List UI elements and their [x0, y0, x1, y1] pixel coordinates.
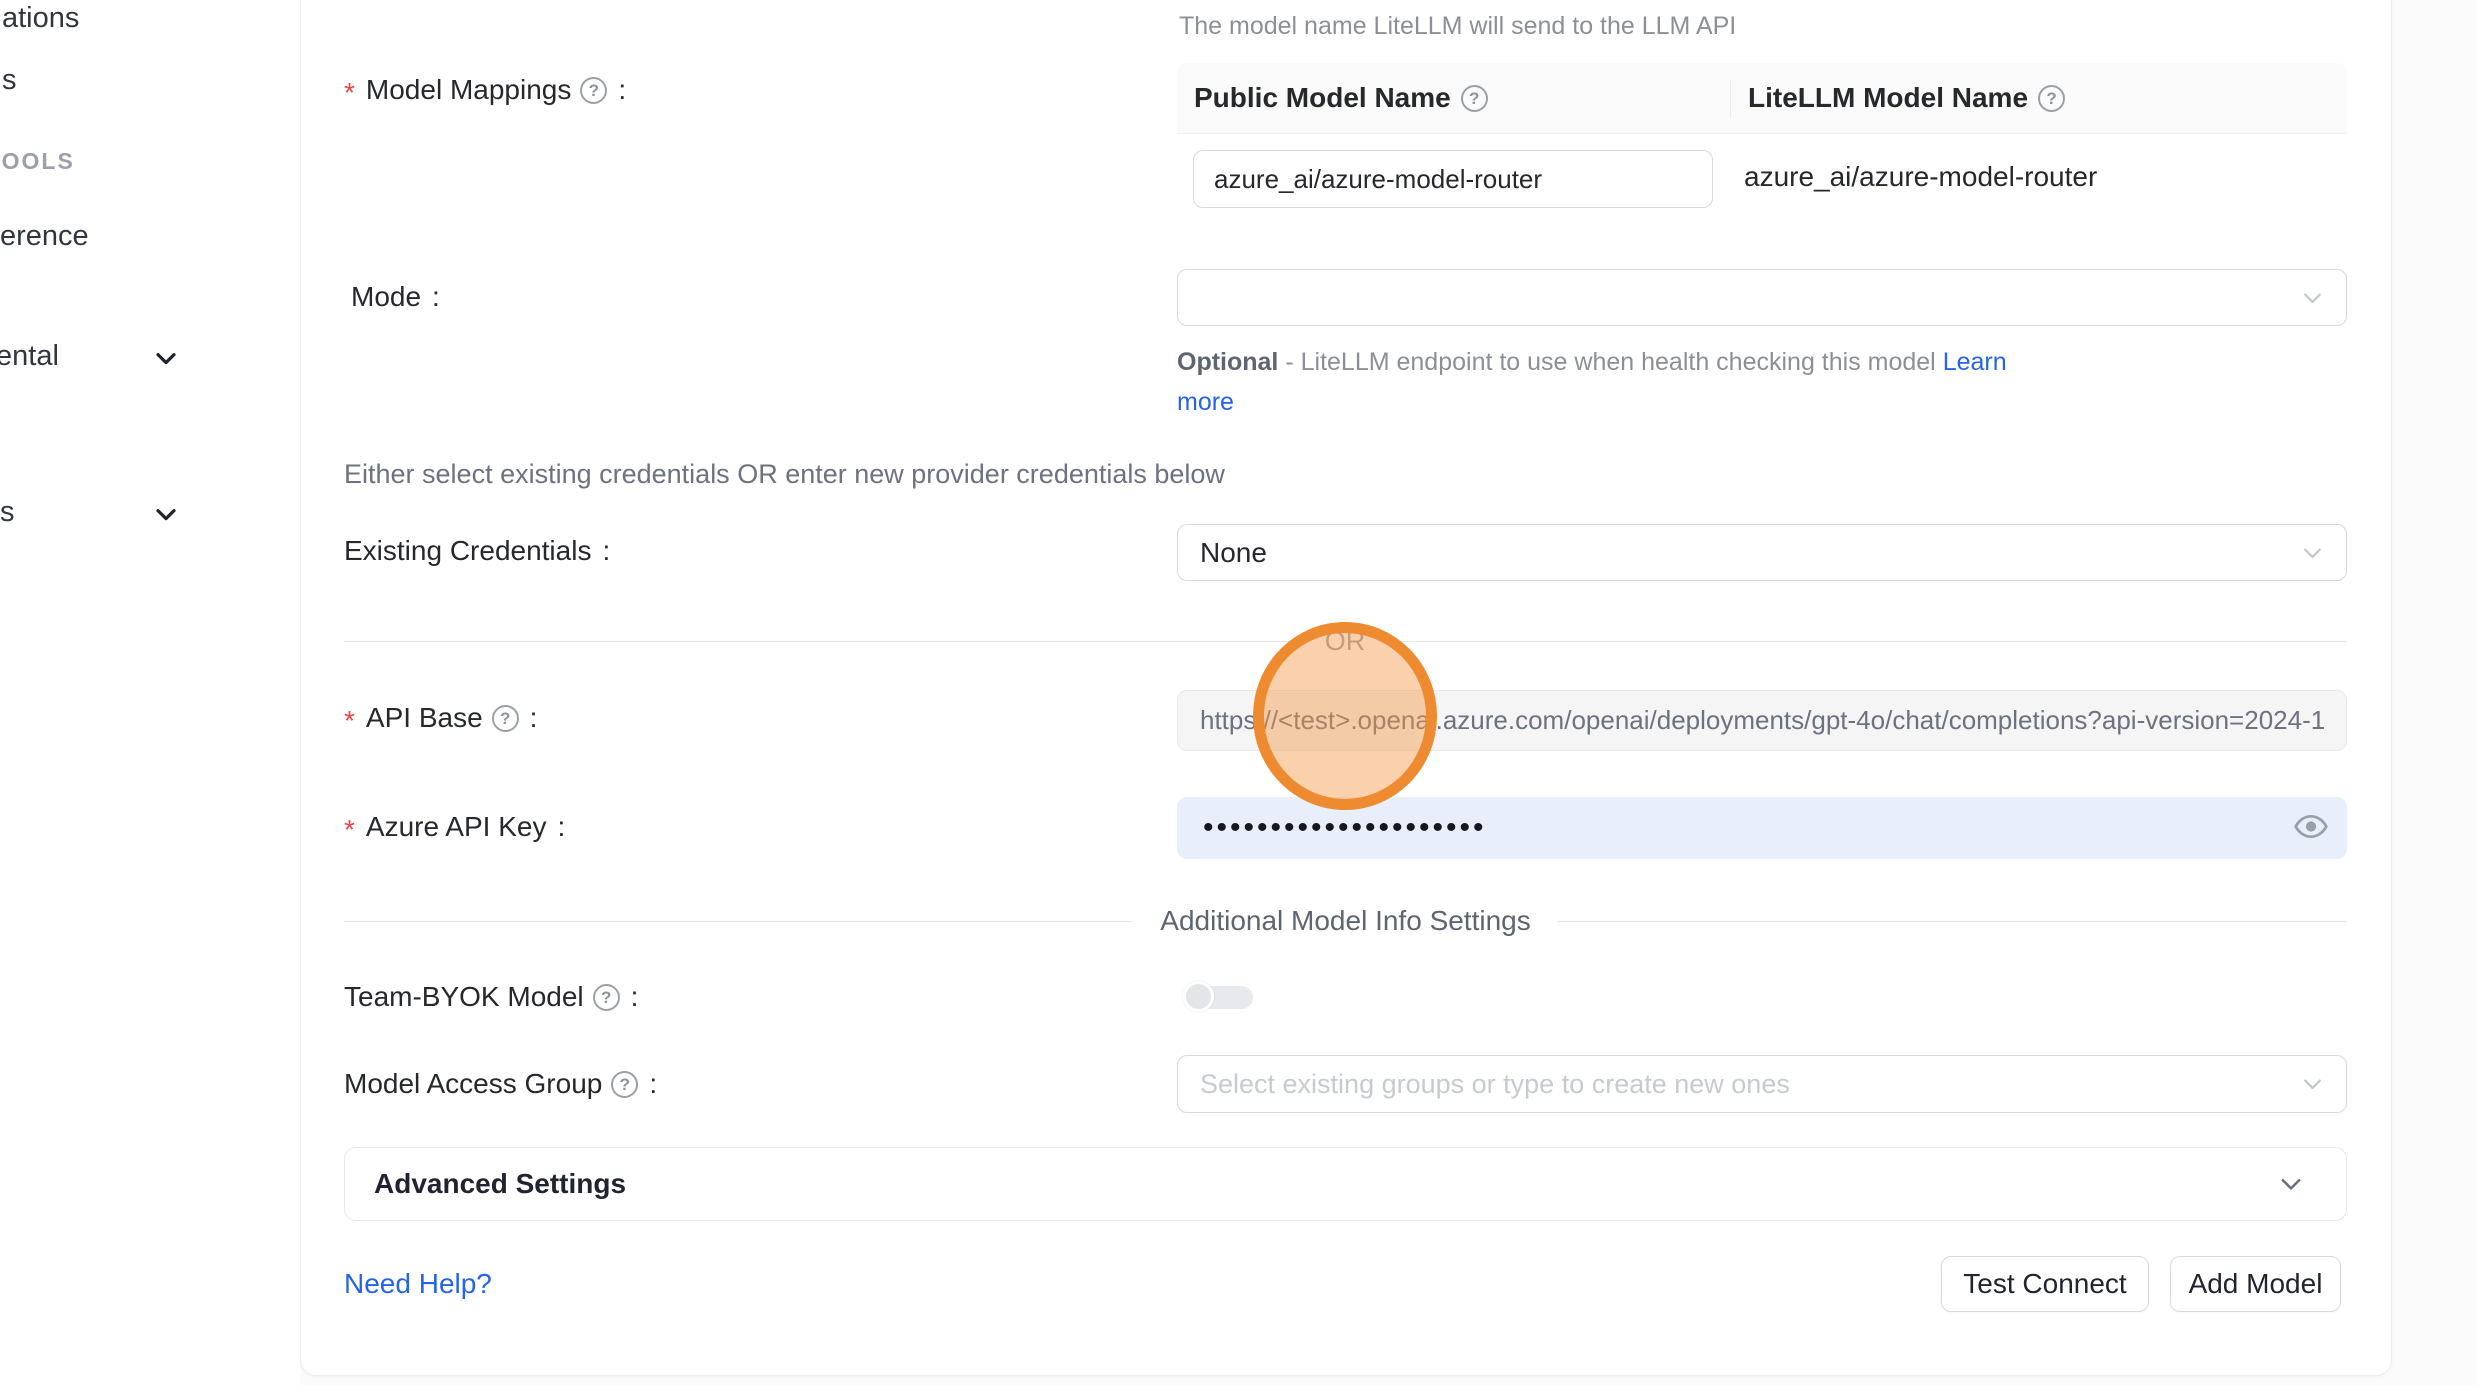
public-model-name-input[interactable] [1193, 150, 1713, 208]
api-base-input[interactable] [1177, 690, 2347, 751]
table-row [1193, 150, 1713, 208]
credentials-note: Either select existing credentials OR en… [344, 456, 1225, 492]
learn-more-link[interactable]: more [1177, 388, 1234, 416]
eye-icon [2293, 809, 2329, 848]
toggle-knob [1183, 981, 1214, 1012]
model-name-help-text: The model name LiteLLM will send to the … [1179, 6, 1736, 46]
api-base-label: * API Base ? : [344, 700, 537, 736]
help-icon[interactable]: ? [492, 705, 519, 732]
model-access-group-placeholder: Select existing groups or type to create… [1200, 1069, 1790, 1100]
azure-api-key-input[interactable] [1177, 797, 2227, 859]
help-icon[interactable]: ? [2038, 85, 2065, 112]
chevron-down-icon [2299, 284, 2326, 311]
learn-more-link[interactable]: Learn [1943, 348, 2007, 376]
model-mappings-table-header: Public Model Name ? LiteLLM Model Name ? [1177, 63, 2347, 134]
add-model-button[interactable]: Add Model [2170, 1256, 2341, 1312]
advanced-settings-panel[interactable]: Advanced Settings [344, 1147, 2347, 1221]
help-icon[interactable]: ? [593, 984, 620, 1011]
need-help-link[interactable]: Need Help? [344, 1266, 492, 1302]
team-byok-toggle[interactable] [1183, 981, 1253, 1013]
chevron-down-icon [2299, 1071, 2326, 1098]
azure-api-key-label: * Azure API Key : [344, 809, 565, 845]
test-connect-button[interactable]: Test Connect [1941, 1256, 2149, 1312]
help-icon[interactable]: ? [611, 1071, 638, 1098]
model-mappings-label: * Model Mappings ? : [344, 72, 626, 108]
required-asterisk: * [344, 75, 355, 111]
help-icon[interactable]: ? [580, 77, 607, 104]
required-asterisk: * [344, 812, 355, 848]
existing-credentials-label: Existing Credentials : [344, 533, 610, 569]
azure-api-key-field [1177, 797, 2347, 859]
chevron-down-icon [2299, 539, 2326, 566]
mode-select[interactable] [1177, 269, 2347, 326]
column-header-litellm-model-name: LiteLLM Model Name ? [1731, 82, 2065, 114]
mode-label: Mode : [351, 279, 440, 315]
column-divider [1730, 79, 1731, 118]
toggle-password-visibility-button[interactable] [2293, 809, 2329, 848]
additional-model-info-divider: Additional Model Info Settings [344, 903, 2347, 939]
required-asterisk: * [344, 703, 355, 739]
model-access-group-select[interactable]: Select existing groups or type to create… [1177, 1055, 2347, 1113]
mode-help-text: Optional - LiteLLM endpoint to use when … [1177, 342, 2007, 422]
litellm-model-name-value: azure_ai/azure-model-router [1744, 161, 2097, 193]
existing-credentials-select[interactable]: None [1177, 524, 2347, 581]
or-divider-label: OR [1307, 623, 1384, 659]
team-byok-label: Team-BYOK Model ? : [344, 979, 638, 1015]
help-icon[interactable]: ? [1461, 85, 1488, 112]
chevron-down-icon [2276, 1169, 2306, 1199]
model-access-group-label: Model Access Group ? : [344, 1066, 657, 1102]
column-header-public-model-name: Public Model Name ? [1177, 82, 1731, 114]
